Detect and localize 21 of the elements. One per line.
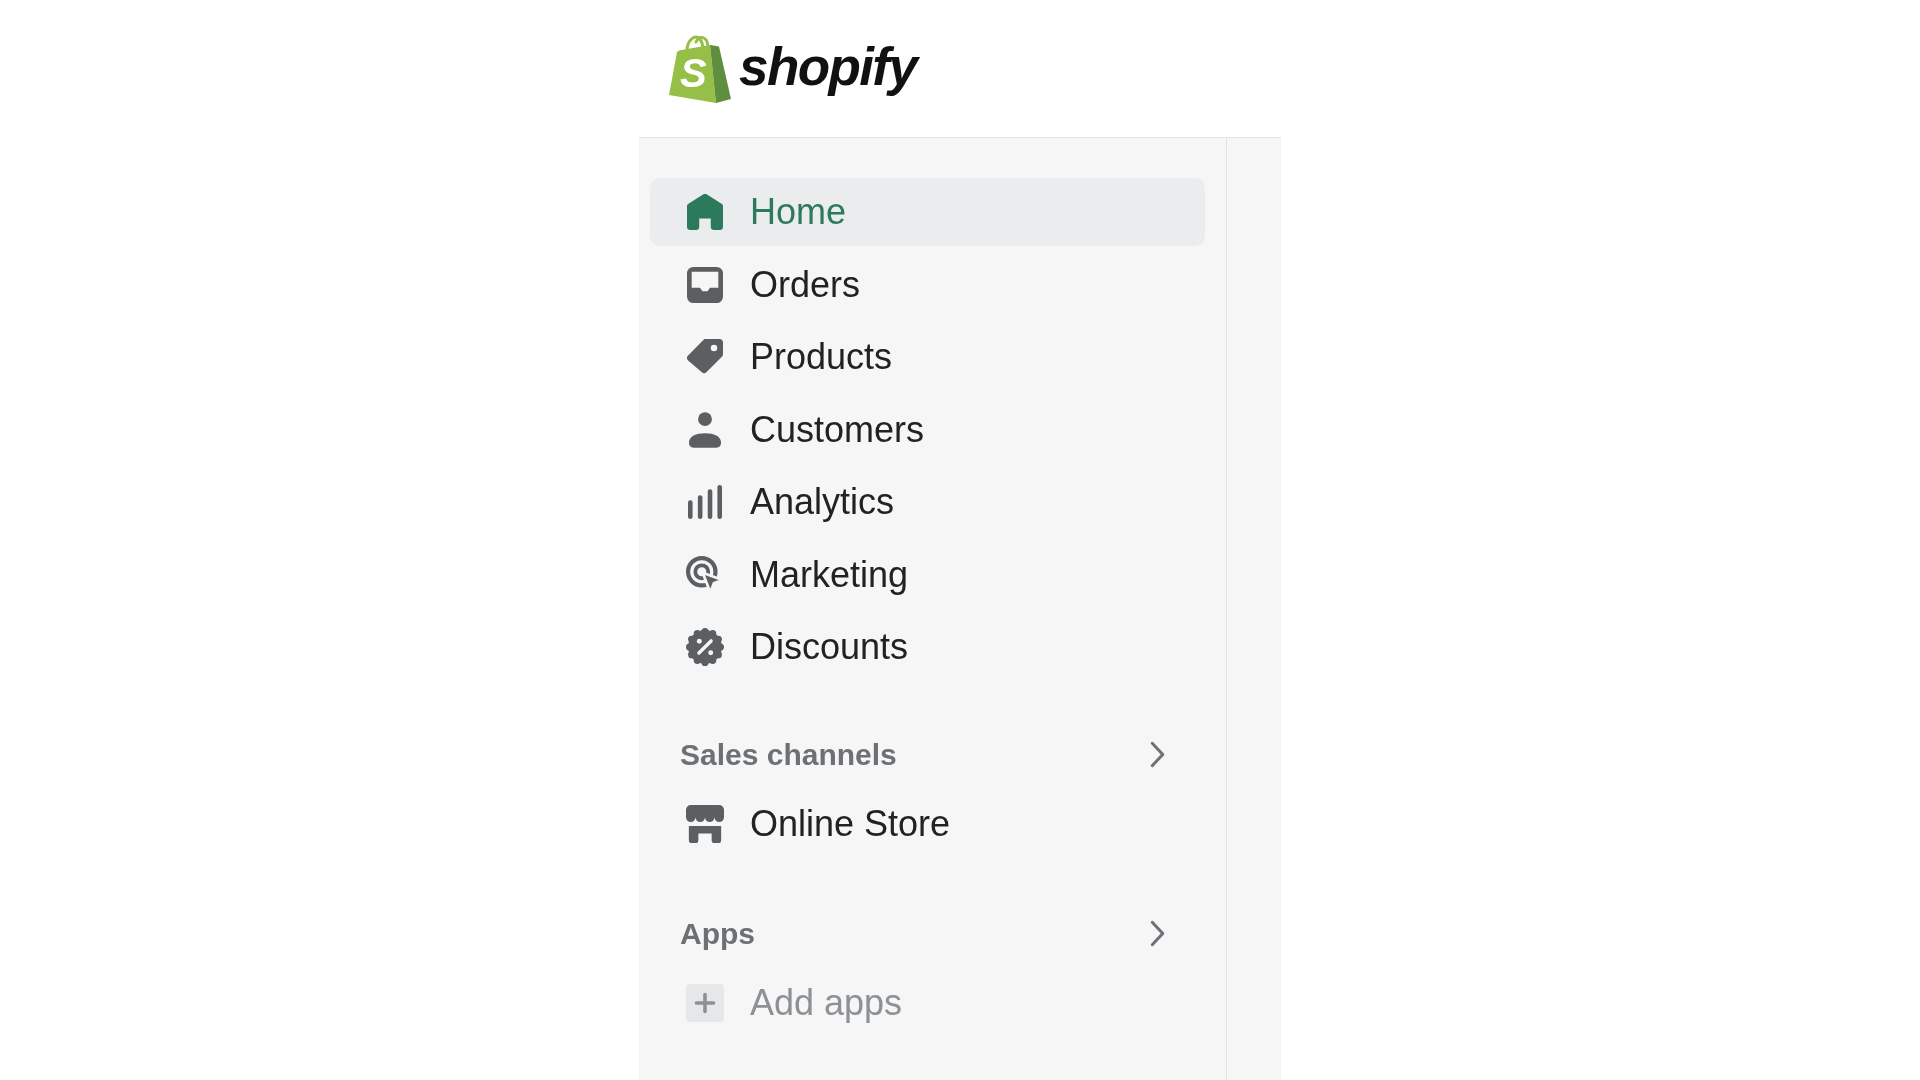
bar-chart-icon bbox=[688, 485, 722, 519]
nav-item[interactable]: Products bbox=[650, 323, 1205, 391]
section-header[interactable]: Sales channels bbox=[650, 730, 1205, 778]
chevron-right-icon bbox=[1150, 919, 1165, 947]
percent-badge-icon bbox=[686, 628, 724, 666]
inbox-tray-icon bbox=[687, 266, 723, 303]
nav-item[interactable]: Home bbox=[650, 178, 1205, 246]
logo-letter: S bbox=[680, 52, 707, 93]
storefront-icon bbox=[686, 805, 724, 843]
nav-item[interactable]: Marketing bbox=[650, 540, 1205, 609]
nav-item[interactable]: Online Store bbox=[650, 790, 1205, 858]
section-header[interactable]: Apps bbox=[650, 909, 1205, 957]
person-icon bbox=[689, 411, 721, 448]
home-icon bbox=[687, 194, 723, 230]
plus-icon bbox=[686, 984, 724, 1022]
tag-icon bbox=[687, 339, 723, 375]
nav-item[interactable]: Discounts bbox=[650, 613, 1205, 681]
nav-item[interactable]: Analytics bbox=[650, 468, 1205, 536]
nav-item[interactable]: Customers bbox=[650, 395, 1205, 464]
chevron-right-icon bbox=[1150, 740, 1165, 768]
nav-item[interactable]: Orders bbox=[650, 250, 1205, 319]
